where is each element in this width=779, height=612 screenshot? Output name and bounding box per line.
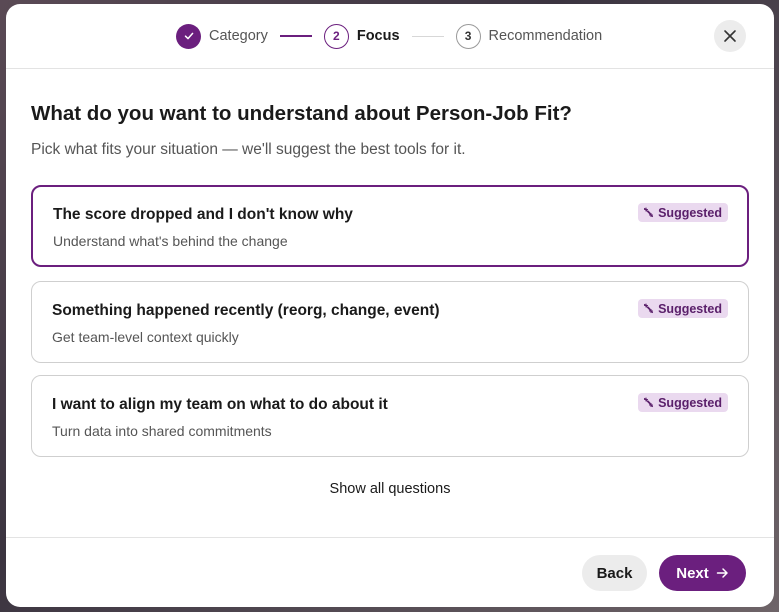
option-description: Get team-level context quickly xyxy=(52,329,239,345)
step-label: Category xyxy=(209,28,268,44)
page-subtitle: Pick what fits your situation — we'll su… xyxy=(31,141,466,158)
step-connector xyxy=(411,35,444,37)
option-card[interactable]: Something happened recently (reorg, chan… xyxy=(31,281,749,363)
dialog: Category 2 Focus 3 Recommendation What d… xyxy=(6,4,774,607)
suggested-badge: Suggested xyxy=(638,203,728,222)
sparkle-icon xyxy=(644,397,654,408)
next-button-label: Next xyxy=(676,564,709,582)
badge-label: Suggested xyxy=(658,301,722,316)
option-description: Understand what's behind the change xyxy=(53,233,288,249)
step-number: 2 xyxy=(323,23,349,49)
step-number: 3 xyxy=(455,23,481,49)
suggested-badge: Suggested xyxy=(638,299,728,318)
next-button[interactable]: Next xyxy=(659,555,746,591)
dialog-header: Category 2 Focus 3 Recommendation xyxy=(6,4,774,69)
stepper: Category 2 Focus 3 Recommendation xyxy=(176,23,602,49)
option-description: Turn data into shared commitments xyxy=(52,423,272,439)
step-label: Recommendation xyxy=(488,28,603,44)
option-card[interactable]: I want to align my team on what to do ab… xyxy=(31,375,749,457)
suggested-badge: Suggested xyxy=(638,393,728,412)
step-recommendation: 3 Recommendation xyxy=(455,23,603,49)
page-title: What do you want to understand about Per… xyxy=(31,102,572,125)
step-complete-indicator xyxy=(176,23,201,49)
option-title: I want to align my team on what to do ab… xyxy=(52,396,388,413)
step-focus: 2 Focus xyxy=(323,23,400,49)
sparkle-icon xyxy=(644,303,654,314)
show-all-questions-link[interactable]: Show all questions xyxy=(6,481,774,497)
step-label: Focus xyxy=(356,28,400,44)
step-connector xyxy=(279,35,312,37)
check-icon xyxy=(184,32,193,40)
option-title: The score dropped and I don't know why xyxy=(53,206,353,223)
badge-label: Suggested xyxy=(658,205,722,220)
arrow-right-icon xyxy=(716,568,728,578)
option-card[interactable]: The score dropped and I don't know why U… xyxy=(31,185,749,267)
badge-label: Suggested xyxy=(658,395,722,410)
step-category: Category xyxy=(176,23,268,49)
close-icon xyxy=(724,30,736,42)
back-button[interactable]: Back xyxy=(582,555,647,591)
dialog-footer: Back Next xyxy=(6,537,774,607)
close-button[interactable] xyxy=(714,20,746,52)
sparkle-icon xyxy=(644,207,654,218)
option-title: Something happened recently (reorg, chan… xyxy=(52,302,440,319)
